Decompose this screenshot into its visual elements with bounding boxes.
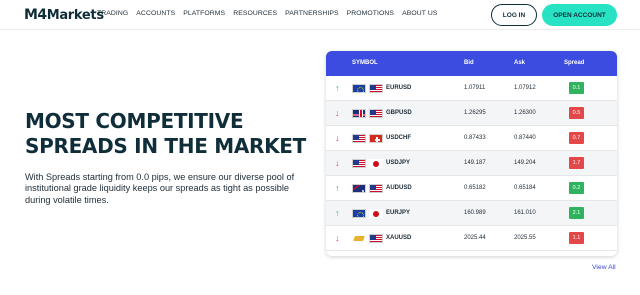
column-header-symbol: SYMBOL bbox=[352, 60, 378, 66]
symbol-cell: AUDUSD bbox=[386, 185, 412, 191]
table-row[interactable]: ↓ USDCHF 0.87433 0.87440 0.7 bbox=[326, 126, 617, 151]
bid-cell: 160.989 bbox=[464, 210, 486, 216]
nav-item-resources[interactable]: RESOURCES bbox=[233, 10, 277, 17]
spread-badge: 0.7 bbox=[569, 132, 584, 144]
bid-cell: 1.26295 bbox=[464, 110, 486, 116]
eu-flag-icon bbox=[352, 209, 366, 218]
table-row[interactable]: ↓ GBPUSD 1.26295 1.26300 0.5 bbox=[326, 101, 617, 126]
us-flag-icon bbox=[369, 234, 383, 243]
spreads-table: SYMBOL Bid Ask Spread ↑ EURUSD 1.07911 1.07… bbox=[326, 51, 617, 256]
nav-item-trading[interactable]: TRADING bbox=[97, 10, 128, 17]
bid-cell: 0.87433 bbox=[464, 135, 486, 141]
symbol-cell: EURJPY bbox=[386, 210, 411, 216]
table-row[interactable]: ↓ XAUUSD 2025.44 2025.55 1.1 bbox=[326, 226, 617, 251]
table-row[interactable]: ↓ USDJPY 149.187 149.204 1.7 bbox=[326, 151, 617, 176]
ask-cell: 0.65184 bbox=[514, 185, 536, 191]
ask-cell: 1.07912 bbox=[514, 85, 536, 91]
hero-headline: MOST COMPETITIVE SPREADS IN THE MARKET bbox=[25, 109, 315, 159]
us-flag-icon bbox=[369, 84, 383, 93]
hero-headline-line1: MOST COMPETITIVE bbox=[25, 109, 244, 133]
spread-badge: 1.1 bbox=[569, 232, 584, 244]
ask-cell: 149.204 bbox=[514, 160, 536, 166]
us-flag-icon bbox=[352, 159, 366, 168]
arrow-down-icon: ↓ bbox=[335, 158, 340, 168]
bid-cell: 0.65182 bbox=[464, 185, 486, 191]
logo-mark: M4 bbox=[24, 7, 47, 23]
gold-bar-icon bbox=[352, 234, 366, 243]
arrow-down-icon: ↓ bbox=[335, 233, 340, 243]
us-flag-icon bbox=[369, 109, 383, 118]
login-button[interactable]: LOG IN bbox=[491, 4, 537, 26]
hero-headline-line2: SPREADS IN THE MARKET bbox=[25, 134, 307, 158]
nav-item-platforms[interactable]: PLATFORMS bbox=[183, 10, 225, 17]
table-row[interactable]: ↑ EURUSD 1.07911 1.07912 0.1 bbox=[326, 76, 617, 101]
nav-item-promotions[interactable]: PROMOTIONS bbox=[347, 10, 394, 17]
table-header: SYMBOL Bid Ask Spread bbox=[326, 51, 617, 76]
logo-text: Markets bbox=[46, 7, 104, 23]
nav-item-partnerships[interactable]: PARTNERSHIPS bbox=[285, 10, 338, 17]
column-header-ask: Ask bbox=[514, 60, 526, 66]
site-header: M4 Markets TRADING ACCOUNTS PLATFORMS RE… bbox=[0, 0, 640, 30]
gb-flag-icon bbox=[352, 109, 366, 118]
column-header-spread: Spread bbox=[564, 60, 585, 66]
jp-flag-icon bbox=[369, 209, 383, 218]
table-body: ↑ EURUSD 1.07911 1.07912 0.1 ↓ GBPUSD 1.26295 1.… bbox=[326, 76, 617, 251]
hero-description: With Spreads starting from 0.0 pips, we … bbox=[25, 172, 295, 205]
table-row[interactable]: ↑ EURJPY 160.989 161.010 2.1 bbox=[326, 201, 617, 226]
bid-cell: 2025.44 bbox=[464, 235, 486, 241]
spread-badge: 1.7 bbox=[569, 157, 584, 169]
arrow-up-icon: ↑ bbox=[335, 208, 340, 218]
nav-item-about-us[interactable]: ABOUT US bbox=[402, 10, 437, 17]
table-row[interactable]: ↑ AUDUSD 0.65182 0.65184 0.2 bbox=[326, 176, 617, 201]
ask-cell: 0.87440 bbox=[514, 135, 536, 141]
symbol-cell: USDCHF bbox=[386, 135, 411, 141]
view-all-link[interactable]: View All bbox=[592, 264, 616, 271]
eu-flag-icon bbox=[352, 84, 366, 93]
symbol-cell: XAUUSD bbox=[386, 235, 412, 241]
ask-cell: 2025.55 bbox=[514, 235, 536, 241]
ch-flag-icon bbox=[369, 134, 383, 143]
us-flag-icon bbox=[352, 134, 366, 143]
arrow-down-icon: ↓ bbox=[335, 108, 340, 118]
au-flag-icon bbox=[352, 184, 366, 193]
jp-flag-icon bbox=[369, 159, 383, 168]
nav-item-accounts[interactable]: ACCOUNTS bbox=[136, 10, 175, 17]
symbol-cell: EURUSD bbox=[386, 85, 412, 91]
spread-badge: 0.1 bbox=[569, 82, 584, 94]
symbol-cell: GBPUSD bbox=[386, 110, 412, 116]
spread-badge: 2.1 bbox=[569, 207, 584, 219]
arrow-down-icon: ↓ bbox=[335, 133, 340, 143]
arrow-up-icon: ↑ bbox=[335, 183, 340, 193]
arrow-up-icon: ↑ bbox=[335, 83, 340, 93]
symbol-cell: USDJPY bbox=[386, 160, 411, 166]
ask-cell: 161.010 bbox=[514, 210, 536, 216]
us-flag-icon bbox=[369, 184, 383, 193]
bid-cell: 1.07911 bbox=[464, 85, 486, 91]
bid-cell: 149.187 bbox=[464, 160, 486, 166]
open-account-button[interactable]: OPEN ACCOUNT bbox=[542, 4, 617, 26]
column-header-bid: Bid bbox=[464, 60, 474, 66]
spread-badge: 0.2 bbox=[569, 182, 584, 194]
m4markets-logo[interactable]: M4 Markets bbox=[24, 6, 104, 24]
main-nav: TRADING ACCOUNTS PLATFORMS RESOURCES PAR… bbox=[97, 10, 445, 17]
spread-badge: 0.5 bbox=[569, 107, 584, 119]
ask-cell: 1.26300 bbox=[514, 110, 536, 116]
